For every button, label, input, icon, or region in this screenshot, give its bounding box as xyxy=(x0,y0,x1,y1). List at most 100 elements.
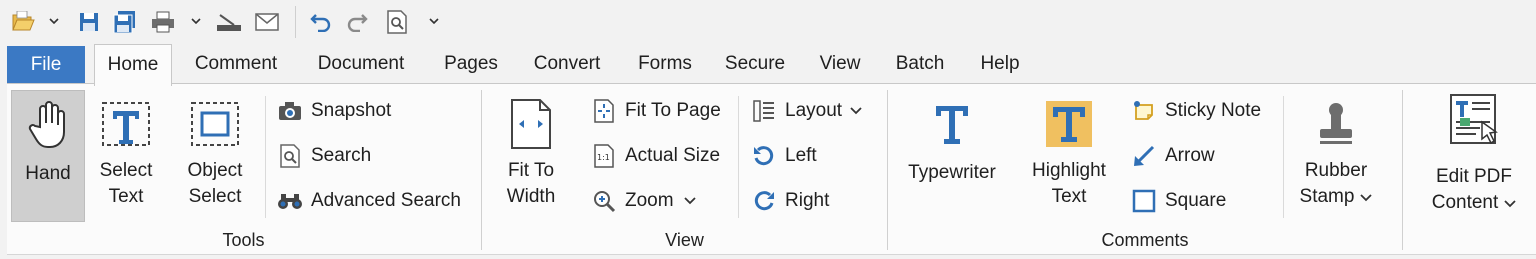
highlight-text-button[interactable]: Highlight Text xyxy=(1017,90,1121,222)
layout-icon xyxy=(751,98,777,124)
typewriter-button[interactable]: Typewriter xyxy=(900,90,1004,222)
group-separator xyxy=(1402,90,1403,250)
ribbon-panel: Hand Select Text Object Select Snapshot Se… xyxy=(7,83,1536,255)
fit-to-page-button[interactable]: Fit To Page xyxy=(591,94,721,128)
snapshot-label: Snapshot xyxy=(311,100,392,121)
tab-file[interactable]: File xyxy=(7,46,85,84)
search-button[interactable]: Search xyxy=(277,139,371,173)
zoom-icon xyxy=(591,188,617,214)
tools-inner-separator xyxy=(265,96,266,218)
select-text-button[interactable]: Select Text xyxy=(91,90,161,222)
hand-icon xyxy=(22,99,74,151)
layout-button[interactable]: Layout xyxy=(751,94,862,128)
svg-text:1:1: 1:1 xyxy=(597,153,610,162)
edit-pdf-dropdown-chevron-icon[interactable] xyxy=(1504,190,1516,216)
tab-forms[interactable]: Forms xyxy=(626,44,704,84)
rubber-stamp-label-line1: Rubber xyxy=(1304,160,1368,181)
zoom-label: Zoom xyxy=(625,190,674,211)
save-all-icon[interactable] xyxy=(112,8,138,36)
actual-size-label: Actual Size xyxy=(625,145,721,166)
tab-batch[interactable]: Batch xyxy=(882,44,958,84)
tools-group-label: Tools xyxy=(222,230,265,250)
layout-label: Layout xyxy=(785,100,843,121)
comments-inner-separator xyxy=(1283,96,1284,218)
edit-pdf-content-button[interactable]: Edit PDF Content xyxy=(1420,90,1528,222)
zoom-dropdown-chevron-icon[interactable] xyxy=(683,192,696,210)
hand-label: Hand xyxy=(25,163,71,184)
find-icon[interactable] xyxy=(384,8,410,36)
tab-comment[interactable]: Comment xyxy=(180,44,292,84)
open-folder-icon[interactable] xyxy=(10,8,36,36)
binoculars-icon xyxy=(277,188,303,214)
hand-button[interactable]: Hand xyxy=(11,90,85,222)
square-button[interactable]: Square xyxy=(1131,184,1226,218)
edit-pdf-label-line2: Content xyxy=(1431,192,1499,213)
ribbon-tabs: File Home Comment Document Pages Convert… xyxy=(0,44,1536,86)
advanced-search-button[interactable]: Advanced Search xyxy=(277,184,461,218)
sticky-note-button[interactable]: Sticky Note xyxy=(1131,94,1261,128)
scanner-icon[interactable] xyxy=(216,8,242,36)
tab-convert[interactable]: Convert xyxy=(520,44,614,84)
select-text-icon xyxy=(100,98,152,150)
tab-view[interactable]: View xyxy=(808,44,872,84)
sticky-note-icon xyxy=(1131,98,1157,124)
rotate-right-button[interactable]: Right xyxy=(751,184,829,218)
fit-to-width-icon xyxy=(505,98,557,150)
customize-toolbar-chevron-icon[interactable] xyxy=(428,14,440,28)
object-select-label-line2: Select xyxy=(188,186,242,207)
object-select-icon xyxy=(189,98,241,150)
rubber-stamp-button[interactable]: Rubber Stamp xyxy=(1291,90,1381,222)
typewriter-label: Typewriter xyxy=(908,162,996,183)
search-icon xyxy=(277,143,303,169)
print-dropdown-chevron-icon[interactable] xyxy=(190,14,202,28)
highlight-text-label-line1: Highlight xyxy=(1032,160,1106,181)
edit-pdf-label-line1: Edit PDF xyxy=(1435,166,1513,187)
rubber-stamp-label-line2: Stamp xyxy=(1299,186,1355,207)
sticky-note-label: Sticky Note xyxy=(1165,100,1262,121)
fit-to-page-icon xyxy=(591,98,617,124)
undo-icon[interactable] xyxy=(308,8,334,36)
edit-pdf-content-icon xyxy=(1448,94,1500,146)
fit-to-width-button[interactable]: Fit To Width xyxy=(491,90,571,222)
rotate-right-icon xyxy=(751,188,777,214)
square-label: Square xyxy=(1165,190,1227,211)
snapshot-button[interactable]: Snapshot xyxy=(277,94,391,128)
select-text-label-line1: Select xyxy=(99,160,153,181)
zoom-button[interactable]: Zoom xyxy=(591,184,696,218)
rotate-left-button[interactable]: Left xyxy=(751,139,817,173)
advanced-search-label: Advanced Search xyxy=(311,190,461,211)
arrow-button[interactable]: Arrow xyxy=(1131,139,1215,173)
fit-to-page-label: Fit To Page xyxy=(625,100,721,121)
tab-home[interactable]: Home xyxy=(94,44,172,86)
layout-dropdown-chevron-icon[interactable] xyxy=(850,102,862,120)
rotate-left-label: Left xyxy=(785,145,817,166)
arrow-icon xyxy=(1131,143,1157,169)
typewriter-icon xyxy=(926,98,978,150)
print-icon[interactable] xyxy=(150,8,176,36)
tab-help[interactable]: Help xyxy=(968,44,1032,84)
rotate-right-label: Right xyxy=(785,190,830,211)
view-inner-separator xyxy=(738,96,739,218)
fit-to-width-label-line2: Width xyxy=(506,186,556,207)
tab-pages[interactable]: Pages xyxy=(432,44,510,84)
highlight-text-label-line2: Text xyxy=(1051,186,1087,207)
view-group-label: View xyxy=(665,230,704,250)
fit-to-width-label-line1: Fit To xyxy=(507,160,555,181)
group-separator xyxy=(887,90,888,250)
actual-size-button[interactable]: 1:1 Actual Size xyxy=(591,139,720,173)
square-icon xyxy=(1131,188,1157,214)
object-select-button[interactable]: Object Select xyxy=(175,90,255,222)
rubber-stamp-icon xyxy=(1310,98,1362,150)
open-dropdown-chevron-icon[interactable] xyxy=(48,14,60,28)
save-icon[interactable] xyxy=(76,8,102,36)
tab-secure[interactable]: Secure xyxy=(714,44,796,84)
arrow-label: Arrow xyxy=(1165,145,1215,166)
email-icon[interactable] xyxy=(254,8,280,36)
actual-size-icon: 1:1 xyxy=(591,143,617,169)
search-label: Search xyxy=(311,145,372,166)
rubber-stamp-dropdown-chevron-icon[interactable] xyxy=(1360,184,1373,210)
redo-icon[interactable] xyxy=(344,8,370,36)
rotate-left-icon xyxy=(751,143,777,169)
object-select-label-line1: Object xyxy=(187,160,243,181)
tab-document[interactable]: Document xyxy=(302,44,420,84)
